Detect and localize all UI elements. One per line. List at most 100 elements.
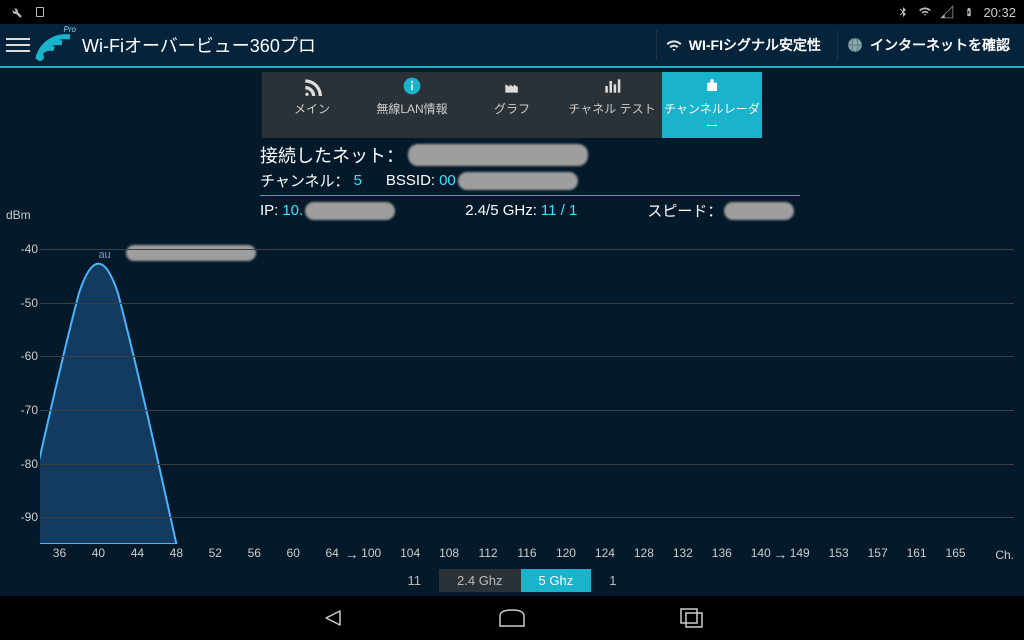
x-tick: 132 [673, 546, 693, 560]
series-label-redacted [126, 245, 256, 261]
x-tick: 36 [53, 546, 66, 560]
globe-icon [846, 36, 864, 54]
channel-radar-chart: dBm -40-50-60-70-80-90 au 36404448525660… [0, 222, 1024, 564]
info-icon [362, 74, 462, 98]
x-tick: 100 [361, 546, 381, 560]
band-label: 2.4/5 GHz: [465, 202, 537, 219]
ip-prefix: 10. [282, 202, 303, 219]
x-axis: 3640444852566064100104108112116120124128… [40, 546, 1014, 564]
x-tick: 108 [439, 546, 459, 560]
y-tick: -60 [21, 349, 38, 363]
connection-info: 接続したネット： チャンネル： 5 BSSID: 00 IP: 10. 2.4/… [260, 142, 800, 221]
connected-net-label: 接続したネット： [260, 142, 404, 168]
speed-value-redacted [724, 202, 794, 220]
app-header: Pro Wi-Fiオーバービュー360プロ WI-FIシグナル安定性 インターネ… [0, 24, 1024, 68]
sd-card-icon [32, 4, 48, 20]
battery-icon [961, 4, 977, 20]
tab-channel-test[interactable]: チャネル テスト [562, 72, 662, 138]
status-time: 20:32 [983, 5, 1016, 20]
x-tick: 153 [829, 546, 849, 560]
band-value: 11 / 1 [541, 202, 577, 219]
tab-graph-label: グラフ [494, 102, 530, 116]
x-tick: 140 [751, 546, 771, 560]
x-tick: 60 [287, 546, 300, 560]
x-tick: 40 [92, 546, 105, 560]
y-tick: -90 [21, 510, 38, 524]
y-tick: -80 [21, 457, 38, 471]
x-axis-unit: Ch. [995, 548, 1014, 562]
rss-icon [262, 74, 362, 98]
tab-wlan-info[interactable]: 無線LAN情報 [362, 72, 462, 138]
bssid-label: BSSID: [386, 172, 435, 189]
tab-graph[interactable]: グラフ [462, 72, 562, 138]
x-tick: 104 [400, 546, 420, 560]
tab-wlan-info-label: 無線LAN情報 [376, 102, 447, 116]
channel-label: チャンネル： [260, 170, 350, 191]
ip-label: IP: [260, 202, 278, 219]
x-tick: 120 [556, 546, 576, 560]
app-logo: Pro [34, 27, 74, 63]
wifi-icon [917, 4, 933, 20]
wrench-icon [8, 4, 24, 20]
x-break-arrow: → [345, 546, 359, 562]
bluetooth-icon [895, 4, 911, 20]
x-break-arrow: → [773, 546, 787, 562]
x-tick: 136 [712, 546, 732, 560]
x-tick: 157 [868, 546, 888, 560]
y-axis: -40-50-60-70-80-90 [6, 222, 40, 544]
bssid-prefix: 00 [439, 172, 456, 189]
check-internet-button[interactable]: インターネットを確認 [837, 30, 1018, 60]
x-tick: 44 [131, 546, 144, 560]
band-24ghz-button[interactable]: 2.4 Ghz [439, 569, 521, 592]
series-label: au [98, 249, 110, 261]
grid-line [40, 303, 1014, 304]
recent-apps-button[interactable] [672, 603, 712, 633]
band-5ghz-button[interactable]: 5 Ghz [521, 569, 592, 592]
x-tick: 64 [326, 546, 339, 560]
x-tick: 116 [517, 546, 536, 560]
signal-stability-button[interactable]: WI-FIシグナル安定性 [656, 30, 829, 60]
tab-channel-test-label: チャネル テスト [568, 102, 655, 116]
grid-line [40, 410, 1014, 411]
x-tick: 52 [209, 546, 222, 560]
grid-line [40, 356, 1014, 357]
factory-icon [462, 74, 562, 98]
ip-value-redacted [305, 202, 395, 220]
channel-value: 5 [354, 172, 362, 189]
x-tick: 128 [634, 546, 654, 560]
y-tick: -40 [21, 242, 38, 256]
x-tick: 112 [478, 546, 497, 560]
x-tick: 161 [907, 546, 927, 560]
speed-label: スピード： [647, 200, 722, 221]
x-tick: 149 [790, 546, 810, 560]
check-internet-label: インターネットを確認 [870, 35, 1010, 55]
band-11-button[interactable]: 11 [390, 569, 440, 592]
wifi-icon [665, 36, 683, 54]
menu-button[interactable] [6, 33, 30, 57]
connected-net-value-redacted [408, 144, 588, 166]
grid-line [40, 464, 1014, 465]
tab-channel-radar[interactable]: チャンネルレーダー [662, 72, 762, 138]
info-divider [260, 195, 800, 196]
radar-icon [662, 74, 762, 98]
chart-grid: au [40, 222, 1014, 544]
tab-main[interactable]: メイン [262, 72, 362, 138]
grid-line [40, 249, 1014, 250]
app-title: Wi-Fiオーバービュー360プロ [82, 32, 316, 58]
home-button[interactable] [492, 603, 532, 633]
band-1-button[interactable]: 1 [591, 569, 634, 592]
x-tick: 48 [170, 546, 183, 560]
android-nav-bar [0, 596, 1024, 640]
tab-main-label: メイン [294, 102, 330, 116]
tab-channel-radar-label: チャンネルレーダー [664, 102, 760, 133]
logo-badge: Pro [64, 25, 76, 34]
signal-icon [939, 4, 955, 20]
bssid-value-redacted [458, 172, 578, 190]
bars-icon [562, 74, 662, 98]
signal-stability-label: WI-FIシグナル安定性 [689, 35, 821, 55]
tab-bar: メイン 無線LAN情報 グラフ チャネル テスト チャンネルレーダー [0, 72, 1024, 138]
grid-line [40, 517, 1014, 518]
y-axis-unit: dBm [6, 208, 31, 222]
y-tick: -50 [21, 296, 38, 310]
back-button[interactable] [312, 603, 352, 633]
